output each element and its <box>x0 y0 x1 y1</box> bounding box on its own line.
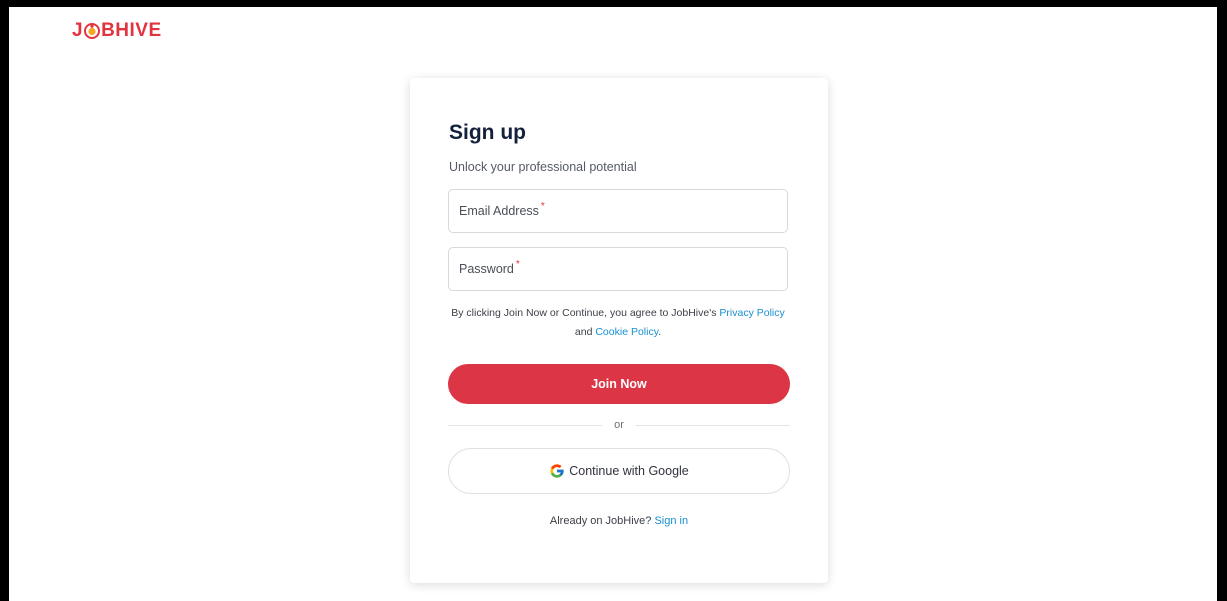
page-viewport: J BHIVE Sign up Unlock your professional… <box>9 7 1217 601</box>
required-marker: * <box>515 258 520 270</box>
required-marker: * <box>540 200 545 212</box>
email-field-label: Email Address <box>459 204 539 218</box>
jobhive-logo[interactable]: J BHIVE <box>72 21 162 40</box>
divider-text: or <box>614 419 624 431</box>
google-button-label: Continue with Google <box>569 464 689 478</box>
terms-notice: By clicking Join Now or Continue, you ag… <box>448 304 788 342</box>
terms-and-text: and <box>574 326 593 338</box>
privacy-policy-link[interactable]: Privacy Policy <box>719 307 784 319</box>
password-field-label: Password <box>459 262 514 276</box>
signin-prompt: Already on JobHive? Sign in <box>448 515 790 527</box>
logo-text-suffix: BHIVE <box>101 20 162 41</box>
divider-line-right <box>635 424 790 426</box>
email-field[interactable]: Email Address * <box>448 189 788 233</box>
continue-with-google-button[interactable]: Continue with Google <box>448 448 790 494</box>
hive-logo-icon <box>84 22 101 39</box>
page-title: Sign up <box>449 121 526 144</box>
sign-in-link[interactable]: Sign in <box>654 515 688 527</box>
password-field[interactable]: Password * <box>448 247 788 291</box>
terms-period: . <box>658 326 662 338</box>
or-divider: or <box>448 415 790 435</box>
signup-card: Sign up Unlock your professional potenti… <box>410 78 828 583</box>
divider-line-left <box>448 424 603 426</box>
google-icon <box>550 464 564 478</box>
join-now-button[interactable]: Join Now <box>448 364 790 404</box>
terms-text: By clicking Join Now or Continue, you ag… <box>451 307 717 319</box>
page-subtitle: Unlock your professional potential <box>449 160 637 174</box>
signin-prompt-text: Already on JobHive? <box>549 515 652 527</box>
logo-text-prefix: J <box>72 20 84 41</box>
cookie-policy-link[interactable]: Cookie Policy <box>595 326 658 338</box>
